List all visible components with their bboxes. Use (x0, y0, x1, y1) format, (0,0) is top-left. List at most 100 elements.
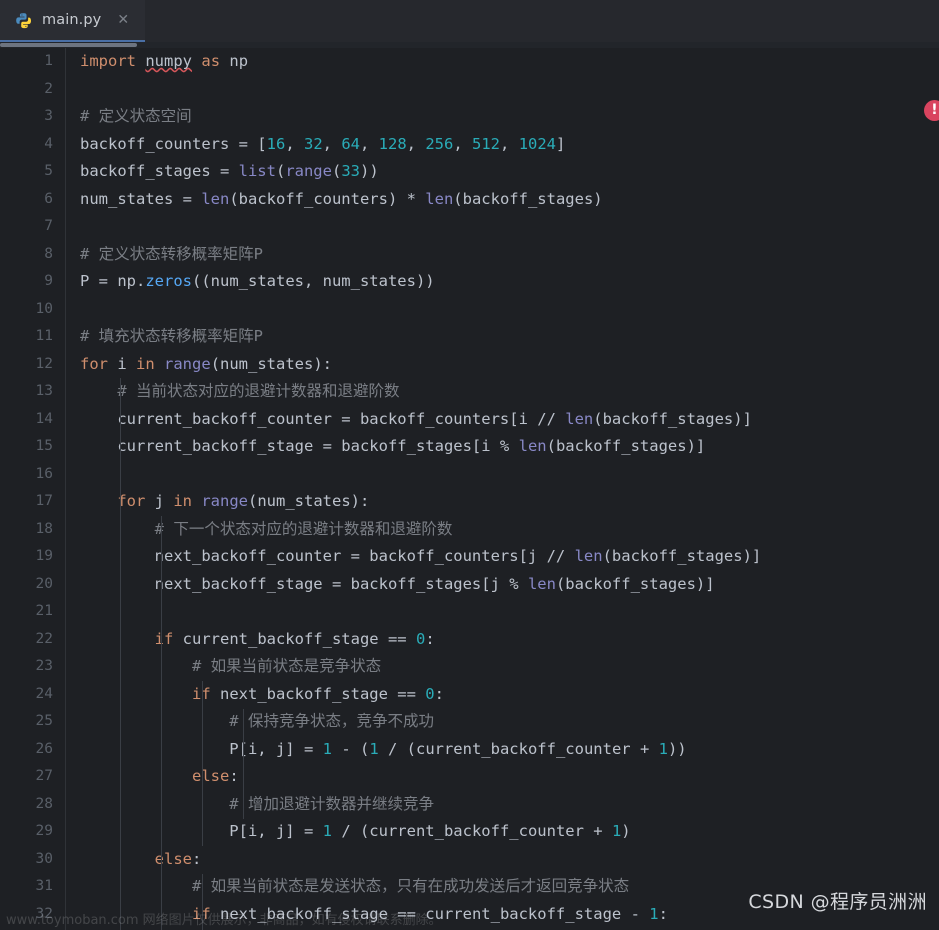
code-line[interactable]: 30 else: (0, 846, 939, 874)
line-number: 13 (35, 383, 53, 399)
horizontal-scrollbar-thumb[interactable] (0, 43, 137, 47)
code-line[interactable]: 4 backoff_counters = [16, 32, 64, 128, 25… (0, 131, 939, 159)
token-num: 128 (378, 134, 407, 153)
code-line[interactable]: 13 # 当前状态对应的退避计数器和退避阶数 (0, 378, 939, 406)
code-text: backoff_counters = [16, 32, 64, 128, 256… (80, 131, 565, 159)
line-number: 5 (44, 163, 53, 179)
token-bi: range (201, 492, 249, 510)
editor-tab-main-py[interactable]: main.py ✕ (0, 0, 146, 42)
token-id (192, 52, 201, 70)
code-editor[interactable]: 1 import numpy as np 2 3 # 定义状态空间 4 backoff_co… (0, 48, 939, 930)
token-id: P = np. (80, 272, 146, 290)
token-id: : (425, 629, 435, 648)
token-cm: # 定义状态空间 (80, 107, 192, 125)
code-text: else: (80, 846, 202, 874)
token-id: (num_states): (248, 492, 370, 510)
token-bi: len (518, 437, 547, 455)
code-line[interactable]: 18 # 下一个状态对应的退避计数器和退避阶数 (0, 516, 939, 544)
token-cm: # 保持竞争状态，竞争不成功 (80, 712, 434, 730)
token-id: , (406, 134, 426, 153)
code-line[interactable]: 23 # 如果当前状态是竞争状态 (0, 653, 939, 681)
code-line[interactable]: 22 if current_backoff_stage == 0: (0, 626, 939, 654)
error-indicator-badge[interactable]: ! (924, 100, 939, 121)
token-num: 1 (322, 822, 332, 840)
code-line[interactable]: 28 # 增加退避计数器并继续竞争 (0, 791, 939, 819)
code-line[interactable]: 5 backoff_stages = list(range(33)) (0, 158, 939, 186)
token-bi: range (164, 354, 211, 373)
code-line[interactable]: 19 next_backoff_counter = backoff_counte… (0, 543, 939, 571)
code-line[interactable]: 29 P[i, j] = 1 / (current_backoff_counte… (0, 818, 939, 846)
code-text: current_backoff_stage = backoff_stages[i… (80, 433, 705, 461)
code-line[interactable]: 10 (0, 296, 939, 324)
close-icon[interactable]: ✕ (114, 11, 132, 29)
line-number: 22 (35, 630, 53, 647)
token-id (80, 850, 155, 868)
token-bi: len (574, 547, 603, 565)
code-line[interactable]: 3 # 定义状态空间 (0, 103, 939, 131)
code-text: # 如果当前状态是竞争状态 (80, 653, 381, 681)
code-line[interactable]: 21 (0, 598, 939, 626)
code-line[interactable]: 20 next_backoff_stage = backoff_stages[j… (0, 571, 939, 599)
line-number: 18 (35, 520, 53, 537)
code-line[interactable]: 6 num_states = len(backoff_counters) * le… (0, 186, 939, 214)
token-kw: in (173, 492, 192, 510)
line-number: 8 (44, 245, 53, 262)
token-cm: # 如果当前状态是竞争状态 (80, 657, 382, 675)
code-text: # 如果当前状态是发送状态，只有在成功发送后才返回竞争状态 (80, 873, 629, 901)
line-number: 19 (35, 548, 53, 564)
code-text: # 增加退避计数器并继续竞争 (80, 791, 434, 819)
token-fn: zeros (145, 272, 192, 290)
token-err: numpy (145, 52, 193, 70)
token-num: 1024 (518, 134, 557, 153)
code-line[interactable]: 11 # 填充状态转移概率矩阵P (0, 323, 939, 351)
code-text: if next_backoff_stage == 0: (80, 681, 444, 709)
token-id: j (145, 492, 174, 510)
token-id: (backoff_counters) * (229, 189, 426, 208)
line-number: 6 (44, 190, 53, 207)
line-number: 15 (35, 438, 53, 454)
token-id: , (453, 134, 473, 153)
token-bi: list (238, 162, 276, 180)
token-cm: # 增加退避计数器并继续竞争 (80, 794, 434, 813)
editor-tab-label: main.py (42, 12, 102, 28)
code-line[interactable]: 9 P = np.zeros((num_states, num_states)) (0, 268, 939, 296)
python-file-icon (16, 12, 32, 28)
token-num: 0 (415, 629, 426, 648)
code-line[interactable]: 12 for i in range(num_states): (0, 351, 939, 379)
token-num: 256 (425, 134, 454, 153)
code-line[interactable]: 15 current_backoff_stage = backoff_stage… (0, 433, 939, 461)
csdn-watermark: CSDN @程序员洲洲 (748, 891, 927, 913)
code-line[interactable]: 26 P[i, j] = 1 - (1 / (current_backoff_c… (0, 736, 939, 764)
token-kw: in (136, 354, 155, 373)
code-line[interactable]: 24 if next_backoff_stage == 0: (0, 681, 939, 709)
code-text: P[i, j] = 1 - (1 / (current_backoff_coun… (80, 736, 686, 764)
line-number: 20 (35, 575, 53, 592)
token-id: num_states = (80, 189, 202, 208)
token-num: 1 (611, 822, 622, 840)
code-line[interactable]: 25 # 保持竞争状态，竞争不成功 (0, 708, 939, 736)
code-line[interactable]: 17 for j in range(num_states): (0, 488, 939, 516)
token-id: current_backoff_stage == (173, 629, 416, 648)
code-line[interactable]: 16 (0, 461, 939, 489)
token-num: 33 (341, 162, 360, 180)
code-content[interactable]: 1 import numpy as np 2 3 # 定义状态空间 4 backoff_co… (0, 48, 939, 928)
token-bi: len (201, 189, 230, 208)
token-id: / (current_backoff_counter + (331, 822, 612, 840)
line-number: 3 (44, 108, 53, 124)
code-line[interactable]: 2 (0, 76, 939, 104)
code-text: # 下一个状态对应的退避计数器和退避阶数 (80, 516, 453, 544)
token-cm: # 下一个状态对应的退避计数器和退避阶数 (80, 519, 453, 538)
token-cm: # 定义状态转移概率矩阵P (80, 244, 263, 263)
token-bi: range (285, 162, 332, 180)
line-number: 30 (35, 850, 53, 867)
token-id: (backoff_stages)] (546, 437, 706, 455)
code-line[interactable]: 27 else: (0, 763, 939, 791)
code-line[interactable]: 14 current_backoff_counter = backoff_cou… (0, 406, 939, 434)
code-line[interactable]: 1 import numpy as np (0, 48, 939, 76)
code-line[interactable]: 8 # 定义状态转移概率矩阵P (0, 241, 939, 269)
token-id: (backoff_stages)] (555, 574, 715, 593)
token-id: current_backoff_counter = backoff_counte… (80, 409, 566, 428)
token-bi: len (425, 189, 454, 208)
code-line[interactable]: 7 (0, 213, 939, 241)
code-text: num_states = len(backoff_counters) * len… (80, 186, 603, 214)
